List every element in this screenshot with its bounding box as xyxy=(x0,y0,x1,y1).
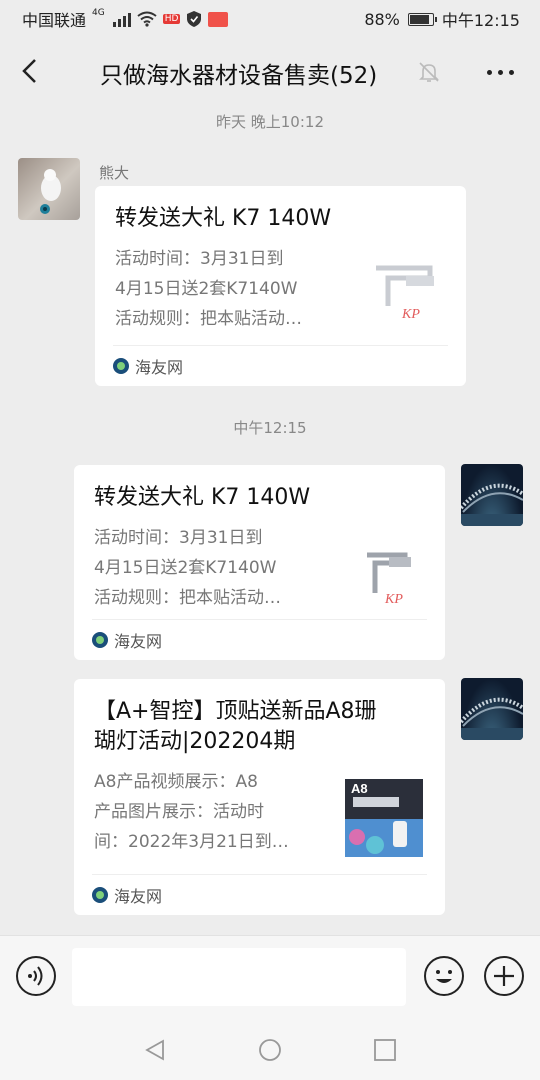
battery-percent: 88% xyxy=(364,9,400,29)
card-thumbnail: KP xyxy=(345,535,423,613)
source-logo-icon xyxy=(92,887,108,903)
card-desc-line: 活动规则：把本贴活动… xyxy=(94,588,281,608)
chat-title: 只做海水器材设备售卖(52) xyxy=(100,63,378,89)
sender-name: 熊大 xyxy=(99,164,130,182)
thumb-label: A8 xyxy=(351,781,368,796)
card-source: 海友网 xyxy=(114,887,163,906)
card-desc-line: 活动时间：3月31日到 xyxy=(94,528,263,548)
message-input[interactable] xyxy=(72,948,406,1006)
card-title: 【A+智控】顶贴送新品A8珊 xyxy=(94,699,377,724)
battery-icon xyxy=(407,12,437,26)
mute-bell-icon xyxy=(419,62,439,82)
emoji-icon[interactable] xyxy=(424,956,464,996)
nav-home-icon[interactable] xyxy=(258,1038,282,1062)
clock: 中午12:15 xyxy=(441,11,520,30)
card-source: 海友网 xyxy=(114,632,163,651)
card-title: 转发送大礼 K7 140W xyxy=(94,485,311,510)
card-desc-line: A8产品视频展示：A8 xyxy=(94,772,258,792)
card-title: 转发送大礼 K7 140W xyxy=(115,206,332,231)
link-card[interactable]: 转发送大礼 K7 140W 活动时间：3月31日到 4月15日送2套K7140W… xyxy=(95,186,466,386)
card-title: 瑚灯活动|202204期 xyxy=(94,729,296,754)
timestamp: 昨天 晚上10:12 xyxy=(216,113,324,131)
card-desc-line: 间：2022年3月21日到… xyxy=(94,832,289,852)
hd-badge: HD xyxy=(162,14,181,24)
nav-back-icon[interactable] xyxy=(143,1038,167,1062)
card-thumbnail: A8 xyxy=(345,779,423,857)
add-more-icon[interactable] xyxy=(484,956,524,996)
nav-recents-icon[interactable] xyxy=(373,1038,397,1062)
my-avatar[interactable] xyxy=(461,678,523,740)
carrier-label: 中国联通 xyxy=(22,11,87,30)
sender-avatar[interactable] xyxy=(18,158,80,220)
status-bar: 中国联通 4G HD 88% 中午12:15 xyxy=(0,0,540,36)
timestamp: 中午12:15 xyxy=(233,419,307,437)
my-avatar[interactable] xyxy=(461,464,523,526)
wifi-icon xyxy=(137,11,157,27)
link-card[interactable]: 【A+智控】顶贴送新品A8珊 瑚灯活动|202204期 A8产品视频展示：A8 … xyxy=(74,679,445,915)
notification-icon xyxy=(208,11,229,27)
network-type: 4G xyxy=(92,8,105,18)
link-card[interactable]: 转发送大礼 K7 140W 活动时间：3月31日到 4月15日送2套K7140W… xyxy=(74,465,445,660)
lamp-brand-logo: KP xyxy=(384,592,403,607)
card-desc-line: 产品图片展示：活动时 xyxy=(94,802,264,822)
more-menu-icon[interactable] xyxy=(487,70,514,75)
card-thumbnail: KP xyxy=(366,256,444,334)
card-desc-line: 活动规则：把本贴活动… xyxy=(115,309,302,329)
lamp-brand-logo: KP xyxy=(401,307,420,322)
voice-input-icon[interactable] xyxy=(16,956,56,996)
system-nav-bar xyxy=(0,1020,540,1080)
input-bar xyxy=(0,935,540,1021)
signal-icon xyxy=(112,11,131,27)
source-logo-icon xyxy=(92,632,108,648)
card-desc-line: 活动时间：3月31日到 xyxy=(115,249,284,269)
card-desc-line: 4月15日送2套K7140W xyxy=(94,558,277,578)
card-desc-line: 4月15日送2套K7140W xyxy=(115,279,298,299)
back-arrow-icon[interactable] xyxy=(18,58,44,84)
card-source: 海友网 xyxy=(135,358,184,377)
shield-icon xyxy=(187,11,202,27)
source-logo-icon xyxy=(113,358,129,374)
chat-header: 只做海水器材设备售卖(52) xyxy=(0,36,540,108)
